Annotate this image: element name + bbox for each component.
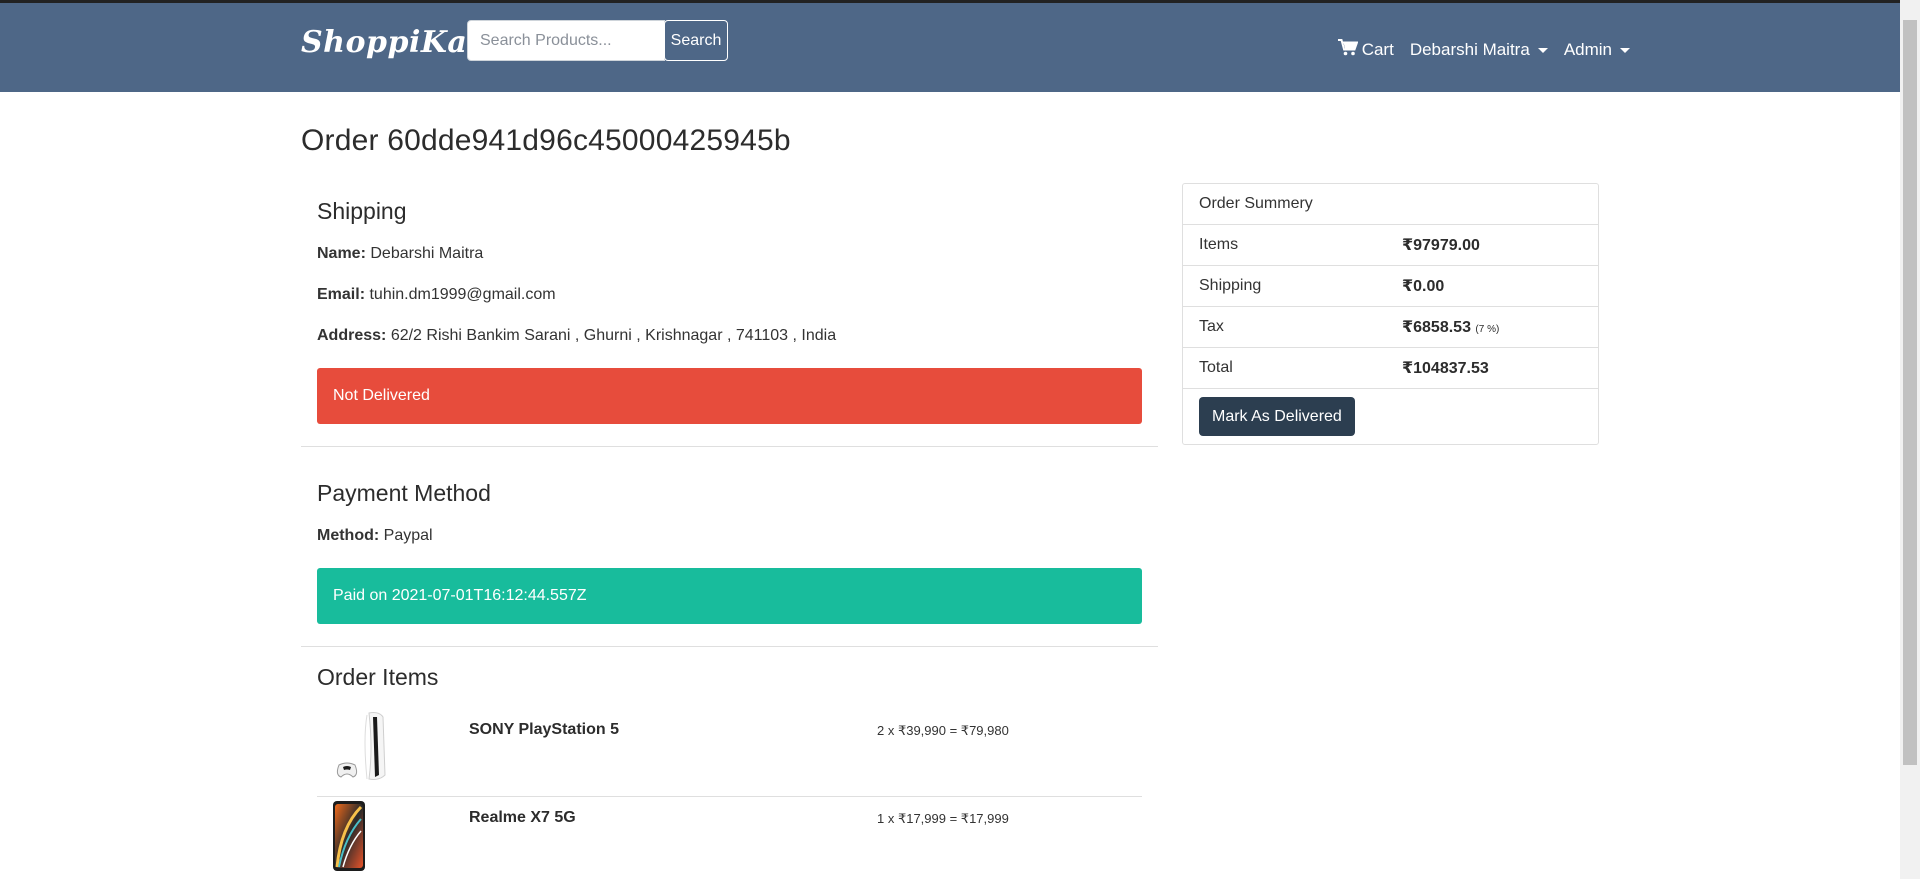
delivery-status-alert: Not Delivered: [317, 368, 1142, 424]
item-price: 2 x ₹39,990 = ₹79,980: [877, 723, 1009, 738]
search-button[interactable]: Search: [664, 20, 728, 61]
summary-row-tax: Tax ₹6858.53 (7 %): [1183, 307, 1598, 348]
order-items-section: Order Items SONY PlayStation 5 2 x ₹39,9…: [301, 664, 1158, 879]
shipping-address-label: Address:: [317, 327, 387, 344]
cart-label: Cart: [1361, 40, 1394, 59]
admin-menu-dropdown[interactable]: Admin: [1564, 40, 1630, 60]
payment-status-alert: Paid on 2021-07-01T16:12:44.557Z: [317, 568, 1142, 624]
payment-method: Method: Paypal: [317, 527, 1142, 545]
shipping-email: Email: tuhin.dm1999@gmail.com: [317, 286, 1142, 304]
shipping-name-label: Name:: [317, 245, 366, 262]
user-menu-dropdown[interactable]: Debarshi Maitra: [1410, 40, 1548, 60]
list-item: SONY PlayStation 5 2 x ₹39,990 = ₹79,980: [317, 709, 1142, 797]
search-form: Search: [467, 20, 728, 61]
user-menu-label: Debarshi Maitra: [1409, 40, 1530, 59]
summary-row-items: Items ₹97979.00: [1183, 225, 1598, 266]
order-details: Shipping Name: Debarshi Maitra Email: tu…: [301, 183, 1158, 879]
tax-rate: (7 %): [1475, 324, 1500, 335]
shipping-heading: Shipping: [317, 198, 407, 224]
mark-as-delivered-button[interactable]: Mark As Delivered: [1199, 397, 1355, 436]
item-name-link[interactable]: SONY PlayStation 5: [469, 709, 877, 739]
summary-row-shipping: Shipping ₹0.00: [1183, 266, 1598, 307]
chevron-down-icon: [1537, 47, 1548, 53]
summary-label: Total: [1199, 359, 1233, 376]
admin-menu-label: Admin: [1563, 40, 1612, 59]
order-summary-heading: Order Summery: [1183, 184, 1598, 225]
payment-method-value: Paypal: [383, 527, 433, 544]
summary-actions: Mark As Delivered: [1183, 389, 1598, 444]
payment-method-label: Method:: [317, 527, 380, 544]
list-item: Realme X7 5G 1 x ₹17,999 = ₹17,999: [317, 797, 1142, 879]
summary-label: Tax: [1199, 318, 1224, 335]
item-name-link[interactable]: Realme X7 5G: [469, 797, 877, 827]
summary-value: ₹6858.53 (7 %): [1402, 317, 1499, 337]
shipping-name: Name: Debarshi Maitra: [317, 245, 1142, 263]
summary-row-total: Total ₹104837.53: [1183, 348, 1598, 389]
payment-heading: Payment Method: [317, 480, 491, 506]
order-items-heading: Order Items: [317, 664, 439, 690]
summary-label: Shipping: [1199, 277, 1262, 294]
playstation-5-image: [317, 709, 469, 785]
shipping-name-value: Debarshi Maitra: [370, 245, 484, 262]
cart-icon: [1337, 39, 1359, 61]
navbar: ShoppiKart Search Cart Debarshi Maitra A…: [0, 3, 1900, 92]
payment-section: Payment Method Method: Paypal Paid on 20…: [301, 447, 1158, 647]
shipping-address-value: 62/2 Rishi Bankim Sarani , Ghurni , Kris…: [390, 327, 837, 344]
shipping-section: Shipping Name: Debarshi Maitra Email: tu…: [301, 198, 1158, 447]
page-scrollbar-thumb[interactable]: [1903, 20, 1917, 765]
summary-value: ₹104837.53: [1402, 360, 1489, 377]
shipping-email-value[interactable]: tuhin.dm1999@gmail.com: [369, 286, 555, 303]
smartphone-image: [317, 797, 469, 873]
summary-label: Items: [1199, 236, 1239, 253]
summary-value: ₹97979.00: [1402, 237, 1480, 254]
summary-value: ₹0.00: [1402, 278, 1445, 295]
order-summary-card: Order Summery Items ₹97979.00 Shipping ₹…: [1182, 183, 1599, 445]
page-title: Order 60dde941d96c45000425945b: [301, 124, 791, 157]
chevron-down-icon: [1620, 47, 1630, 53]
nav-links: Cart Debarshi Maitra Admin: [1337, 39, 1630, 61]
search-input[interactable]: [467, 20, 665, 61]
cart-link[interactable]: Cart: [1337, 39, 1394, 61]
shipping-address: Address: 62/2 Rishi Bankim Sarani , Ghur…: [317, 327, 1142, 345]
tax-amount: ₹6858.53: [1402, 319, 1471, 336]
item-price: 1 x ₹17,999 = ₹17,999: [877, 811, 1009, 826]
shipping-email-label: Email:: [317, 286, 366, 303]
